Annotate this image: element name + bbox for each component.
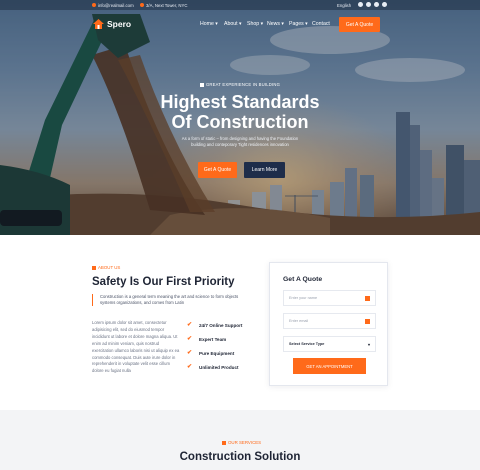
check-icon: ✔ [187,336,193,342]
hero-title-line2: Of Construction [171,112,309,132]
topbar-email-text: info@realmail.com [98,2,134,8]
nav-news-label: News [267,21,280,27]
quote-form-title: Get A Quote [283,276,323,283]
feature-label: Pure Equipment [199,350,235,356]
email-field[interactable]: Enter email [283,313,376,329]
about-title: Safety Is Our First Priority [92,276,235,288]
check-icon: ✔ [187,364,193,370]
nav-item-home[interactable]: Home ▾ [200,21,218,27]
hero-title: Highest Standards Of Construction [0,92,480,132]
pinterest-icon[interactable] [382,2,387,7]
location-pin-icon [140,3,144,7]
list-item: ✔ 24/7 Online Support [187,322,242,328]
brand-name: Spero [107,19,132,29]
nav-item-contact[interactable]: Contact [312,21,330,27]
name-field-placeholder: Enter your name [289,296,318,300]
nav-item-news[interactable]: News ▾ [267,21,284,27]
nav-home-label: Home [200,21,214,27]
about-lead-text: Construction is a general term meaning t… [92,294,252,306]
hero-tag-text: GREAT EXPERIENCE IN BUILDING [205,82,281,87]
list-item: ✔ Pure Equipment [187,350,234,356]
language-label: English [337,2,352,8]
user-icon [365,296,370,301]
quote-form-card: Get A Quote Enter your name Enter email … [269,262,388,386]
nav-about-label: About [224,21,238,27]
hero-get-quote-button[interactable]: Get A Quote [198,162,237,178]
tag-square-icon [199,82,204,87]
list-item: ✔ Unlimited Product [187,364,239,370]
feature-label: 24/7 Online Support [199,322,243,328]
instagram-icon[interactable] [374,2,379,7]
tag-square-icon [222,440,226,445]
envelope-icon [92,3,96,7]
language-selector[interactable]: English [337,3,351,8]
services-tag-text: OUR SERVICES [228,440,262,445]
topbar-address: 3/A, Next Tower, NYC [140,3,187,8]
nav-pages-label: Pages [289,21,304,27]
hero-learn-more-button[interactable]: Learn More [244,162,285,178]
hero-tagline: GREAT EXPERIENCE IN BUILDING [0,82,480,87]
hero-description: As a form of static – from designing and… [181,136,299,147]
top-info-bar: info@realmail.com 3/A, Next Tower, NYC E… [0,0,480,10]
facebook-icon[interactable] [358,2,363,7]
service-select-value: Select Service Type [289,342,325,346]
list-item: ✔ Expert Team [187,336,226,342]
services-title: Construction Solution [179,451,301,463]
chevron-down-icon: ▾ [367,342,370,347]
about-tag-text: ABOUT US [98,265,121,270]
tag-square-icon [92,265,96,270]
feature-label: Expert Team [199,336,227,342]
service-type-select[interactable]: Select Service Type ▾ [283,336,376,352]
nav-shop-label: Shop [247,21,260,27]
name-field[interactable]: Enter your name [283,290,376,306]
feature-label: Unlimited Product [199,364,239,370]
topbar-address-text: 3/A, Next Tower, NYC [146,2,188,8]
get-appointment-button[interactable]: GET AN APPOINTMENT [293,358,366,374]
envelope-icon [365,319,370,324]
twitter-icon[interactable] [366,2,371,7]
check-icon: ✔ [187,322,193,328]
nav-item-shop[interactable]: Shop ▾ [247,21,263,27]
house-logo-icon [93,19,104,29]
email-field-placeholder: Enter email [289,319,309,323]
brand-logo[interactable]: Spero [93,19,131,29]
topbar-email[interactable]: info@realmail.com [92,3,134,8]
about-section-tag: ABOUT US [92,265,120,270]
nav-item-about[interactable]: About ▾ [224,21,242,27]
hero-title-line1: Highest Standards [160,92,320,112]
nav-item-pages[interactable]: Pages ▾ [289,21,308,27]
services-section: OUR SERVICES Construction Solution [0,410,480,470]
hero-banner: info@realmail.com 3/A, Next Tower, NYC E… [0,0,480,235]
services-section-tag: OUR SERVICES [222,440,261,445]
nav-get-quote-button[interactable]: Get A Quote [339,17,380,32]
about-body-text: Lorem ipsum dolor sit amet, consectetur … [92,320,180,374]
check-icon: ✔ [187,350,193,356]
